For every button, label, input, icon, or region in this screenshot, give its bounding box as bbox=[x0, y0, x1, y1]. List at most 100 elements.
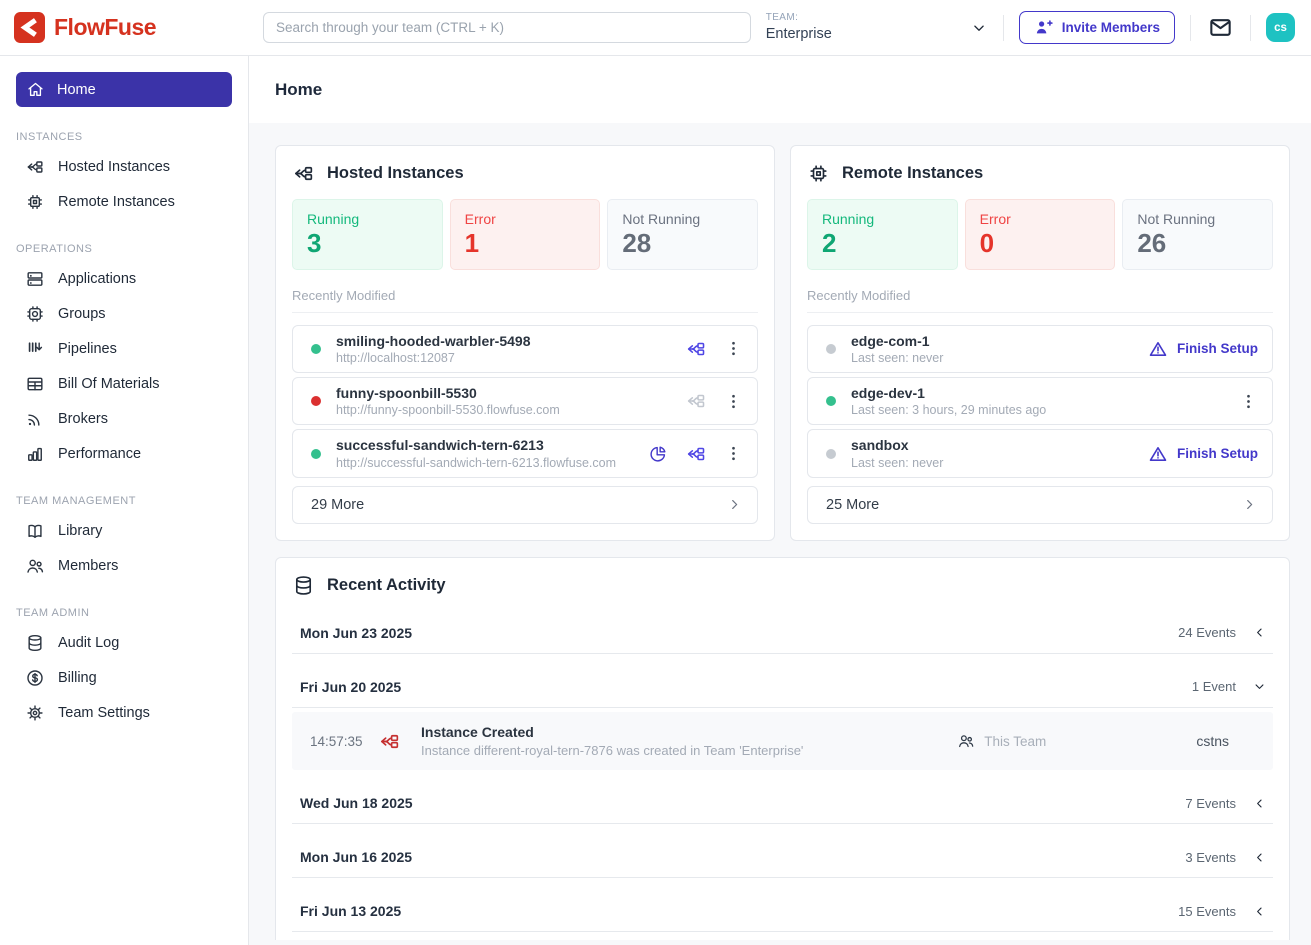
sidebar: Home INSTANCES Hosted Instances Remote I… bbox=[0, 56, 249, 945]
sidebar-item-bill-of-materials[interactable]: Bill Of Materials bbox=[16, 366, 232, 401]
sidebar-item-home[interactable]: Home bbox=[16, 72, 232, 107]
kebab-menu-icon[interactable] bbox=[1239, 392, 1258, 411]
stat-label: Running bbox=[822, 211, 943, 227]
group-event-count: 24 Events bbox=[1178, 625, 1236, 640]
notifications-button[interactable] bbox=[1206, 13, 1235, 42]
finish-setup-button[interactable]: Finish Setup bbox=[1148, 444, 1258, 464]
sidebar-item-label: Pipelines bbox=[58, 341, 117, 357]
stat-value: 3 bbox=[307, 229, 428, 258]
sidebar-item-library[interactable]: Library bbox=[16, 513, 232, 548]
stat-not-running[interactable]: Not Running 26 bbox=[1122, 199, 1273, 270]
event-scope: This Team bbox=[957, 732, 1046, 750]
sidebar-item-label: Applications bbox=[58, 271, 136, 287]
open-editor-icon[interactable] bbox=[685, 443, 707, 465]
instance-row[interactable]: successful-sandwich-tern-6213 http://suc… bbox=[292, 429, 758, 477]
group-event-count: 3 Events bbox=[1185, 850, 1236, 865]
sidebar-item-groups[interactable]: Groups bbox=[16, 296, 232, 331]
sidebar-item-performance[interactable]: Performance bbox=[16, 436, 232, 471]
stat-label: Error bbox=[465, 211, 586, 227]
sidebar-item-label: Performance bbox=[58, 446, 141, 462]
stat-running[interactable]: Running 2 bbox=[807, 199, 958, 270]
activity-group-header[interactable]: Fri Jun 13 2025 15 Events bbox=[292, 891, 1273, 932]
sidebar-item-label: Hosted Instances bbox=[58, 159, 170, 175]
sidebar-item-hosted-instances[interactable]: Hosted Instances bbox=[16, 149, 232, 184]
sidebar-item-members[interactable]: Members bbox=[16, 548, 232, 583]
instance-row[interactable]: funny-spoonbill-5530 http://funny-spoonb… bbox=[292, 377, 758, 425]
stat-running[interactable]: Running 3 bbox=[292, 199, 443, 270]
team-selector[interactable]: TEAM: Enterprise bbox=[766, 12, 988, 43]
activity-group-header[interactable]: Wed Jun 18 2025 7 Events bbox=[292, 783, 1273, 824]
device-row[interactable]: edge-com-1 Last seen: never Finish Setup bbox=[807, 325, 1273, 373]
kebab-menu-icon[interactable] bbox=[724, 444, 743, 463]
status-dot-error bbox=[311, 396, 321, 406]
sidebar-item-pipelines[interactable]: Pipelines bbox=[16, 331, 232, 366]
section-label-team-management: TEAM MANAGEMENT bbox=[16, 495, 232, 507]
members-icon bbox=[25, 556, 45, 576]
invite-members-button[interactable]: Invite Members bbox=[1019, 11, 1175, 44]
user-plus-icon bbox=[1034, 18, 1053, 37]
open-editor-icon[interactable] bbox=[685, 338, 707, 360]
stat-error[interactable]: Error 1 bbox=[450, 199, 601, 270]
user-avatar[interactable]: cs bbox=[1266, 13, 1295, 42]
remote-more-row[interactable]: 25 More bbox=[807, 486, 1273, 524]
remote-instances-card: Remote Instances Running 2 Error 0 Not R… bbox=[790, 145, 1290, 541]
sidebar-item-applications[interactable]: Applications bbox=[16, 261, 232, 296]
brand-logo[interactable]: FlowFuse bbox=[0, 12, 249, 43]
card-title: Hosted Instances bbox=[327, 164, 464, 183]
hosted-instances-icon bbox=[292, 162, 315, 185]
more-label: 25 More bbox=[826, 497, 879, 513]
device-last-seen: Last seen: never bbox=[851, 455, 943, 471]
section-label-team-admin: TEAM ADMIN bbox=[16, 607, 232, 619]
sidebar-item-label: Library bbox=[58, 523, 102, 539]
instance-url: http://localhost:12087 bbox=[336, 350, 530, 366]
chevron-left-icon bbox=[1252, 904, 1267, 919]
instance-url: http://successful-sandwich-tern-6213.flo… bbox=[336, 455, 616, 471]
audit-log-icon bbox=[25, 633, 45, 653]
device-name: edge-com-1 bbox=[851, 332, 943, 350]
event-time: 14:57:35 bbox=[310, 734, 374, 749]
dashboard-icon[interactable] bbox=[648, 444, 668, 464]
stat-value: 2 bbox=[822, 229, 943, 258]
remote-instances-icon bbox=[25, 192, 45, 212]
stat-error[interactable]: Error 0 bbox=[965, 199, 1116, 270]
open-editor-icon-disabled bbox=[685, 390, 707, 412]
device-last-seen: Last seen: never bbox=[851, 350, 943, 366]
finish-setup-label: Finish Setup bbox=[1177, 341, 1258, 356]
hosted-instances-icon bbox=[25, 157, 45, 177]
groups-icon bbox=[25, 304, 45, 324]
chevron-left-icon bbox=[1252, 796, 1267, 811]
instance-url: http://funny-spoonbill-5530.flowfuse.com bbox=[336, 402, 560, 418]
kebab-menu-icon[interactable] bbox=[724, 339, 743, 358]
event-scope-label: This Team bbox=[984, 734, 1046, 749]
activity-group-header[interactable]: Mon Jun 23 2025 24 Events bbox=[292, 613, 1273, 654]
activity-group: Fri Jun 13 2025 15 Events bbox=[292, 891, 1273, 932]
stat-value: 26 bbox=[1137, 229, 1258, 258]
page-titlebar: Home bbox=[249, 56, 1311, 123]
activity-group-header[interactable]: Fri Jun 20 2025 1 Event bbox=[292, 667, 1273, 708]
warning-triangle-icon bbox=[1148, 444, 1168, 464]
sidebar-item-billing[interactable]: Billing bbox=[16, 660, 232, 695]
billing-icon bbox=[25, 668, 45, 688]
sidebar-item-audit-log[interactable]: Audit Log bbox=[16, 625, 232, 660]
activity-group-header[interactable]: Mon Jun 16 2025 3 Events bbox=[292, 837, 1273, 878]
instance-row[interactable]: smiling-hooded-warbler-5498 http://local… bbox=[292, 325, 758, 373]
instance-name: successful-sandwich-tern-6213 bbox=[336, 436, 616, 454]
device-row[interactable]: sandbox Last seen: never Finish Setup bbox=[807, 429, 1273, 477]
stat-not-running[interactable]: Not Running 28 bbox=[607, 199, 758, 270]
sidebar-item-team-settings[interactable]: Team Settings bbox=[16, 695, 232, 730]
kebab-menu-icon[interactable] bbox=[724, 392, 743, 411]
search-input[interactable] bbox=[263, 12, 751, 43]
sidebar-item-brokers[interactable]: Brokers bbox=[16, 401, 232, 436]
hosted-more-row[interactable]: 29 More bbox=[292, 486, 758, 524]
chevron-left-icon bbox=[1252, 625, 1267, 640]
section-label-instances: INSTANCES bbox=[16, 131, 232, 143]
chevron-down-icon bbox=[970, 19, 988, 37]
device-row[interactable]: edge-dev-1 Last seen: 3 hours, 29 minute… bbox=[807, 377, 1273, 425]
activity-event-row[interactable]: 14:57:35 Instance Created Instance diffe… bbox=[292, 712, 1273, 770]
stat-label: Running bbox=[307, 211, 428, 227]
stat-value: 28 bbox=[622, 229, 743, 258]
finish-setup-button[interactable]: Finish Setup bbox=[1148, 339, 1258, 359]
home-icon bbox=[26, 80, 45, 99]
sidebar-item-remote-instances[interactable]: Remote Instances bbox=[16, 184, 232, 219]
sidebar-item-label: Bill Of Materials bbox=[58, 376, 160, 392]
